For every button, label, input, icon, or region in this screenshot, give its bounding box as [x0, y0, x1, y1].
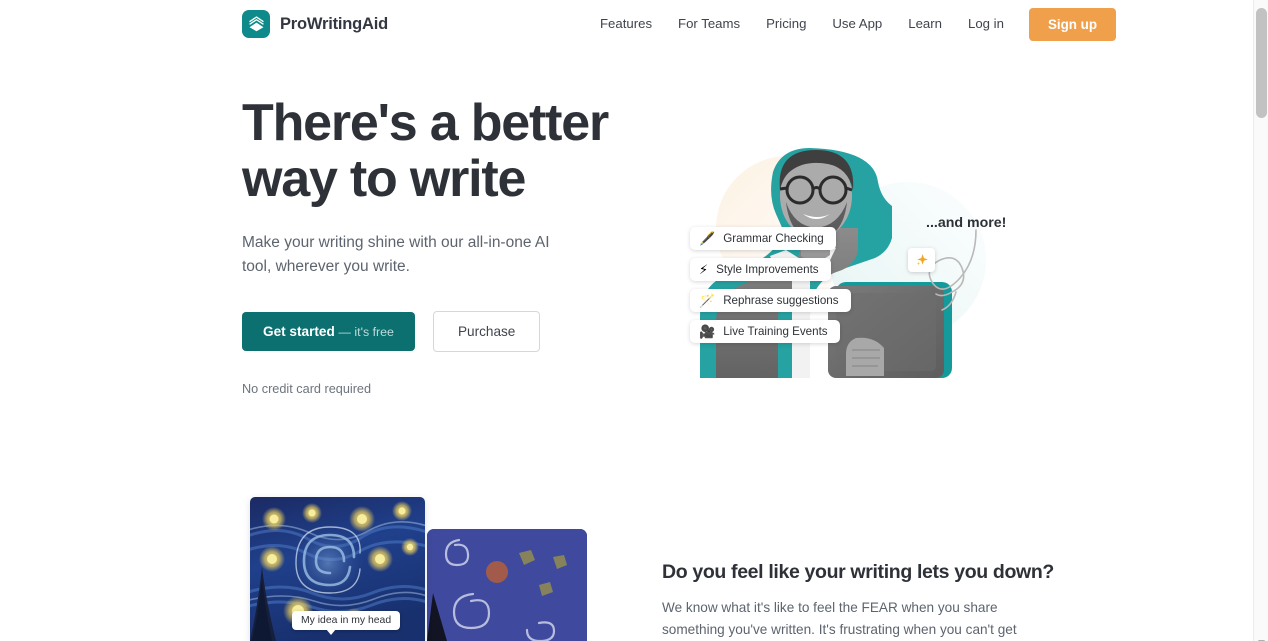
nav-link-learn[interactable]: Learn — [895, 17, 955, 30]
site-header: ProWritingAid Features For Teams Pricing… — [0, 0, 1253, 48]
nav-link-use-app[interactable]: Use App — [819, 17, 895, 30]
scrollbar-thumb[interactable] — [1256, 8, 1267, 118]
starry-night-simplified-image — [427, 529, 587, 641]
page-scrollbar[interactable] — [1253, 0, 1268, 641]
no-credit-card-note: No credit card required — [242, 382, 372, 397]
feature-card-label: Live Training Events — [723, 325, 828, 338]
page-viewport: ProWritingAid Features For Teams Pricing… — [0, 0, 1268, 641]
feature-card-label: Grammar Checking — [723, 232, 824, 245]
get-started-button[interactable]: Get started — it's free — [242, 312, 415, 352]
nav-link-features[interactable]: Features — [600, 17, 665, 30]
and-more-annotation: ...and more! — [926, 215, 1007, 231]
lightning-bolt-icon: ⚡ — [699, 262, 709, 277]
nav-link-pricing[interactable]: Pricing — [753, 17, 819, 30]
section-text-block: Do you feel like your writing lets you d… — [662, 561, 1054, 641]
writing-lets-you-down-section: My idea in my head Do you feel like your… — [0, 489, 1253, 641]
hero-subtitle: Make your writing shine with our all-in-… — [242, 234, 550, 276]
hero-illustration: 🖋️ Grammar Checking ⚡ Style Improvements… — [660, 110, 1020, 385]
section-heading: Do you feel like your writing lets you d… — [662, 561, 1054, 583]
main-navigation: Features For Teams Pricing Use App Learn… — [600, 7, 1117, 41]
feature-card-live-training-events[interactable]: 🎥 Live Training Events — [690, 320, 840, 343]
nav-link-for-teams[interactable]: For Teams — [665, 17, 753, 30]
movie-camera-icon: 🎥 — [699, 324, 716, 339]
my-idea-label: My idea in my head — [292, 611, 401, 635]
scroll-up-arrow-icon[interactable] — [1257, 1, 1266, 13]
brand-logo-link[interactable]: ProWritingAid — [242, 10, 388, 38]
nav-link-log-in[interactable]: Log in — [955, 17, 1017, 30]
sign-up-button[interactable]: Sign up — [1028, 7, 1117, 41]
purchase-button[interactable]: Purchase — [432, 311, 541, 353]
get-started-sublabel: — it's free — [338, 325, 394, 340]
hero-title-line-2: way to write — [242, 150, 526, 209]
magic-wand-icon: 🪄 — [699, 293, 716, 308]
sparkles-icon — [908, 248, 935, 272]
fountain-pen-icon: 🖋️ — [699, 231, 716, 246]
feature-card-rephrase-suggestions[interactable]: 🪄 Rephrase suggestions — [690, 289, 851, 312]
hero-title-line-1: There's a better — [242, 94, 609, 152]
get-started-label: Get started — [263, 324, 335, 340]
section-paragraph: We know what it's like to feel the FEAR … — [662, 600, 1017, 638]
feature-card-label: Rephrase suggestions — [723, 294, 839, 307]
hero-copy: There's a better way to write Make your … — [242, 95, 642, 396]
scroll-down-arrow-icon[interactable] — [1257, 633, 1266, 641]
page-title: There's a better way to write — [242, 95, 642, 207]
feature-card-grammar-checking[interactable]: 🖋️ Grammar Checking — [690, 227, 836, 250]
feature-card-style-improvements[interactable]: ⚡ Style Improvements — [690, 258, 831, 281]
starry-night-comparison: My idea in my head — [242, 489, 592, 641]
hero-actions: Get started — it's free Purchase — [242, 311, 642, 353]
book-pages-icon — [242, 10, 270, 38]
feature-card-label: Style Improvements — [716, 263, 819, 276]
brand-name: ProWritingAid — [280, 14, 389, 33]
feature-card-list: 🖋️ Grammar Checking ⚡ Style Improvements… — [690, 227, 851, 343]
